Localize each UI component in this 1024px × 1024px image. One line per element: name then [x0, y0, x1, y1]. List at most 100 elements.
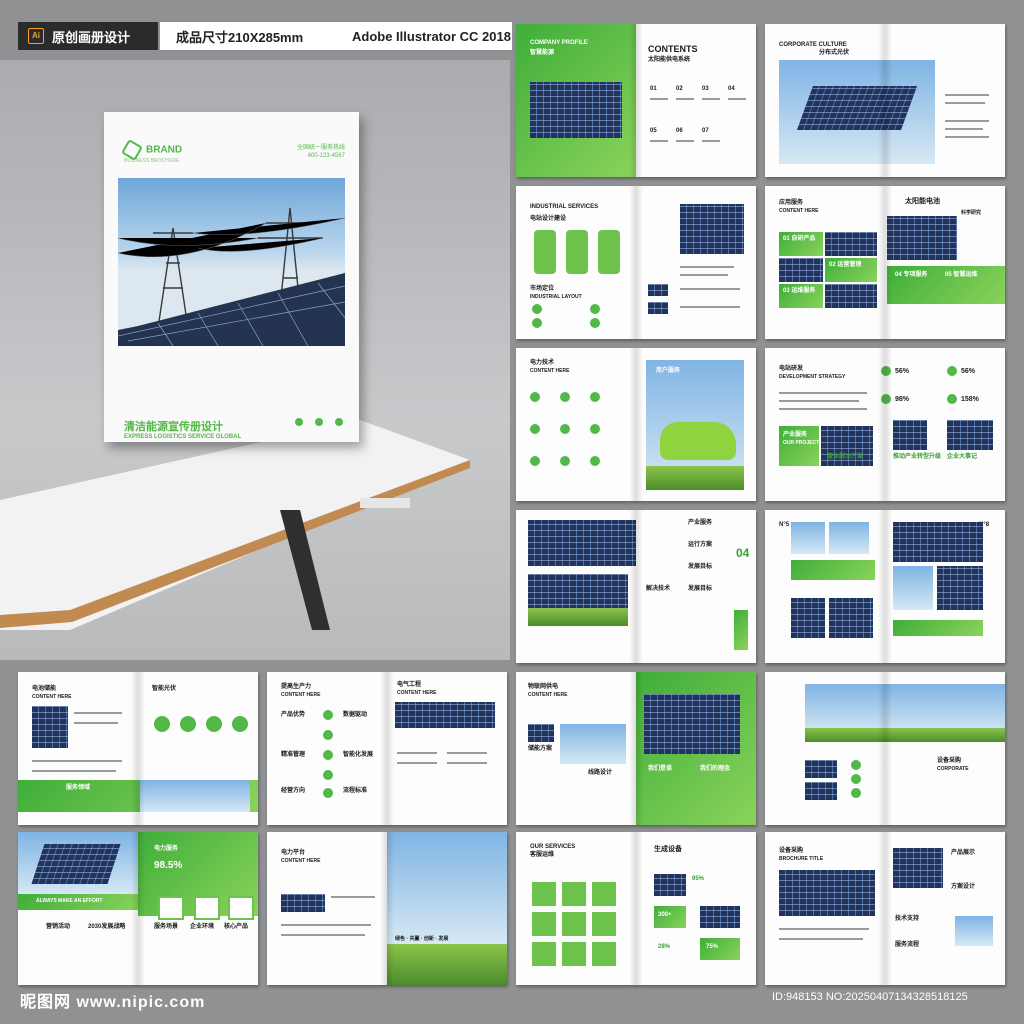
s10-label-2: 精准管理	[281, 752, 306, 758]
s15-stat-1: 95%	[692, 876, 705, 882]
s12-title: 设备采购	[937, 758, 962, 764]
s16-title: 设备采购	[779, 848, 804, 854]
contents-num-02: 02	[676, 86, 683, 92]
original-design-label: 原创画册设计	[52, 29, 131, 45]
size-tag: 成品尺寸210X285mm	[160, 22, 346, 50]
tech-title: 电力技术	[530, 360, 555, 366]
s12-title-en: CORPORATE	[937, 766, 969, 772]
s16-label-1: 产品展示	[951, 850, 976, 856]
s11-title-en: CONTENT HERE	[528, 692, 568, 698]
s15-title: OUR SERVICES	[530, 844, 576, 850]
app-item-3: 03 运维服务	[783, 288, 816, 294]
phone-icon	[295, 418, 303, 426]
spread-application: 应用服务 CONTENT HERE 01 自研产品 02 运营管理 03 运维服…	[765, 186, 1005, 339]
s8-no-left: N°5	[779, 522, 790, 528]
s10-label-3: 经营方向	[281, 788, 306, 794]
tech-right-title: 用户服务	[656, 368, 681, 374]
s15-stat-2: 300+	[658, 912, 672, 918]
cover-title: 清洁能源宣传册设计	[124, 421, 223, 433]
s10-title-en: CONTENT HERE	[281, 692, 321, 698]
s16-title-en: BROCHURE TITLE	[779, 856, 824, 862]
dev-box-en: OUR PROJECT	[783, 440, 820, 446]
app-item-1: 01 自研产品	[783, 236, 816, 242]
spread-procurement: 设备采购 CORPORATE	[765, 672, 1005, 825]
s9-title: 电池储能	[32, 686, 57, 692]
s10-label-6: 流程标准	[343, 788, 368, 794]
header-bar: Ai 原创画册设计 成品尺寸210X285mm Adobe Illustrato…	[0, 22, 512, 50]
s9-title-en: CONTENT HERE	[32, 694, 72, 700]
spread-power-service: ALWAYS MAKE AN EFFORT 营销活动 2030发展战略 电力服务…	[18, 832, 258, 985]
size-label: 成品尺寸210X285mm	[176, 29, 304, 45]
profile-title: COMPANY PROFILE	[530, 40, 588, 46]
s14-title-en: CONTENT HERE	[281, 858, 321, 864]
culture-title: CORPORATE CULTURE	[779, 42, 847, 48]
cover-phone-label: 全国统一服务热线	[296, 145, 345, 151]
s11-title: 物联网供电	[528, 684, 559, 690]
s16-label-4: 服务流程	[895, 942, 920, 948]
s11-label-2: 线路设计	[588, 770, 613, 776]
software-label: Adobe Illustrator CC 2018	[352, 28, 511, 44]
brochure-cover: BRAND BUSINESS BROCHURE 全国统一服务热线 400-123…	[104, 112, 359, 442]
cover-brand-text: BRAND	[146, 144, 183, 156]
s13-label-2: 2030发展战略	[88, 924, 126, 930]
app-item-4: 04 专项服务	[895, 272, 928, 278]
watermark: 昵图网 www.nipic.com	[20, 994, 206, 1011]
s9-banner: 服务领域	[66, 785, 91, 791]
s15-stat-4: 28%	[658, 944, 671, 950]
culture-title-cn: 分布式光伏	[819, 50, 850, 56]
s13-label-1: 营销活动	[46, 924, 71, 930]
cover-phone: 全国统一服务热线 400-123-4567	[297, 144, 345, 160]
s11-label-3: 我们是谁	[648, 766, 673, 772]
spread-technology: 电力技术 CONTENT HERE 用户服务	[516, 348, 756, 501]
dev-title-en: DEVELOPMENT STRATEGY	[779, 374, 846, 380]
s10-title: 提高生产力	[281, 684, 312, 690]
spread-storage: 电池储能 CONTENT HERE 智能光伏 服务领域	[18, 672, 258, 825]
s11-label-1: 储能方案	[528, 746, 553, 752]
dev-stat-2: 56%	[961, 368, 976, 375]
s13-banner: ALWAYS MAKE AN EFFORT	[36, 898, 103, 904]
dev-stat-1: 56%	[895, 368, 910, 375]
s13-label-5: 核心产品	[224, 924, 249, 930]
s15-title-cn: 客服运维	[530, 852, 555, 858]
s15-right: 生成设备	[654, 846, 682, 853]
s10-label-5: 智能化发展	[343, 752, 374, 758]
software-tag: Adobe Illustrator CC 2018	[340, 22, 512, 50]
dev-title: 电站研发	[779, 366, 804, 372]
location-icon	[335, 418, 343, 426]
spread-gallery: N°5 N°8	[765, 510, 1005, 663]
contents-num-07: 07	[702, 128, 709, 134]
industrial-sub: 市场定位	[530, 286, 555, 292]
spread-platform: 电力平台 CONTENT HERE 绿色 · 共赢 · 创新 · 发展	[267, 832, 507, 985]
spread-industry-service: 产业服务 运行方案 发展目标 发展目标 解决技术 04	[516, 510, 756, 663]
spread-culture: CORPORATE CULTURE 分布式光伏	[765, 24, 1005, 177]
contents-num-04: 04	[728, 86, 735, 92]
original-design-tag: Ai 原创画册设计	[18, 22, 158, 50]
dev-stat-4: 158%	[961, 396, 979, 403]
profile-title-cn: 智慧能源	[530, 50, 555, 56]
industrial-sub-en: INDUSTRIAL LAYOUT	[530, 294, 582, 300]
image-id: ID:948153 NO:20250407134328518125	[772, 991, 968, 1003]
spread-industrial: INDUSTRIAL SERVICES 电站设计建设 市场定位 INDUSTRI…	[516, 186, 756, 339]
contents-num-01: 01	[650, 86, 657, 92]
s16-label-2: 方案设计	[951, 884, 976, 890]
s13-label-3: 服务场景	[154, 924, 179, 930]
city-skyline-image	[805, 684, 1005, 734]
contents-title: CONTENTS	[648, 44, 698, 54]
app-item-2: 02 运营管理	[829, 262, 862, 268]
dev-label-1: 整体解决方案	[827, 454, 864, 460]
s14-title: 电力平台	[281, 850, 306, 856]
s7-label-4: 发展目标	[688, 586, 713, 592]
s15-stat-3: 75%	[706, 944, 719, 950]
spread-services: OUR SERVICES 客服运维 生成设备 95% 300+ 75% 28%	[516, 832, 756, 985]
s10-right: 电气工程	[397, 682, 422, 688]
industrial-title-cn: 电站设计建设	[530, 216, 567, 222]
s7-number: 04	[736, 546, 750, 560]
s7-label-1: 产业服务	[688, 520, 713, 526]
s14-caption: 绿色 · 共赢 · 创新 · 发展	[395, 936, 449, 942]
app-title: 应用服务	[779, 200, 804, 206]
dev-box: 产业服务	[783, 432, 808, 438]
app-item-5: 05 智慧运维	[945, 272, 978, 278]
industrial-title: INDUSTRIAL SERVICES	[530, 204, 599, 210]
dev-label-2: 推动产业转型升级	[893, 454, 942, 460]
illustrator-icon: Ai	[28, 28, 44, 44]
